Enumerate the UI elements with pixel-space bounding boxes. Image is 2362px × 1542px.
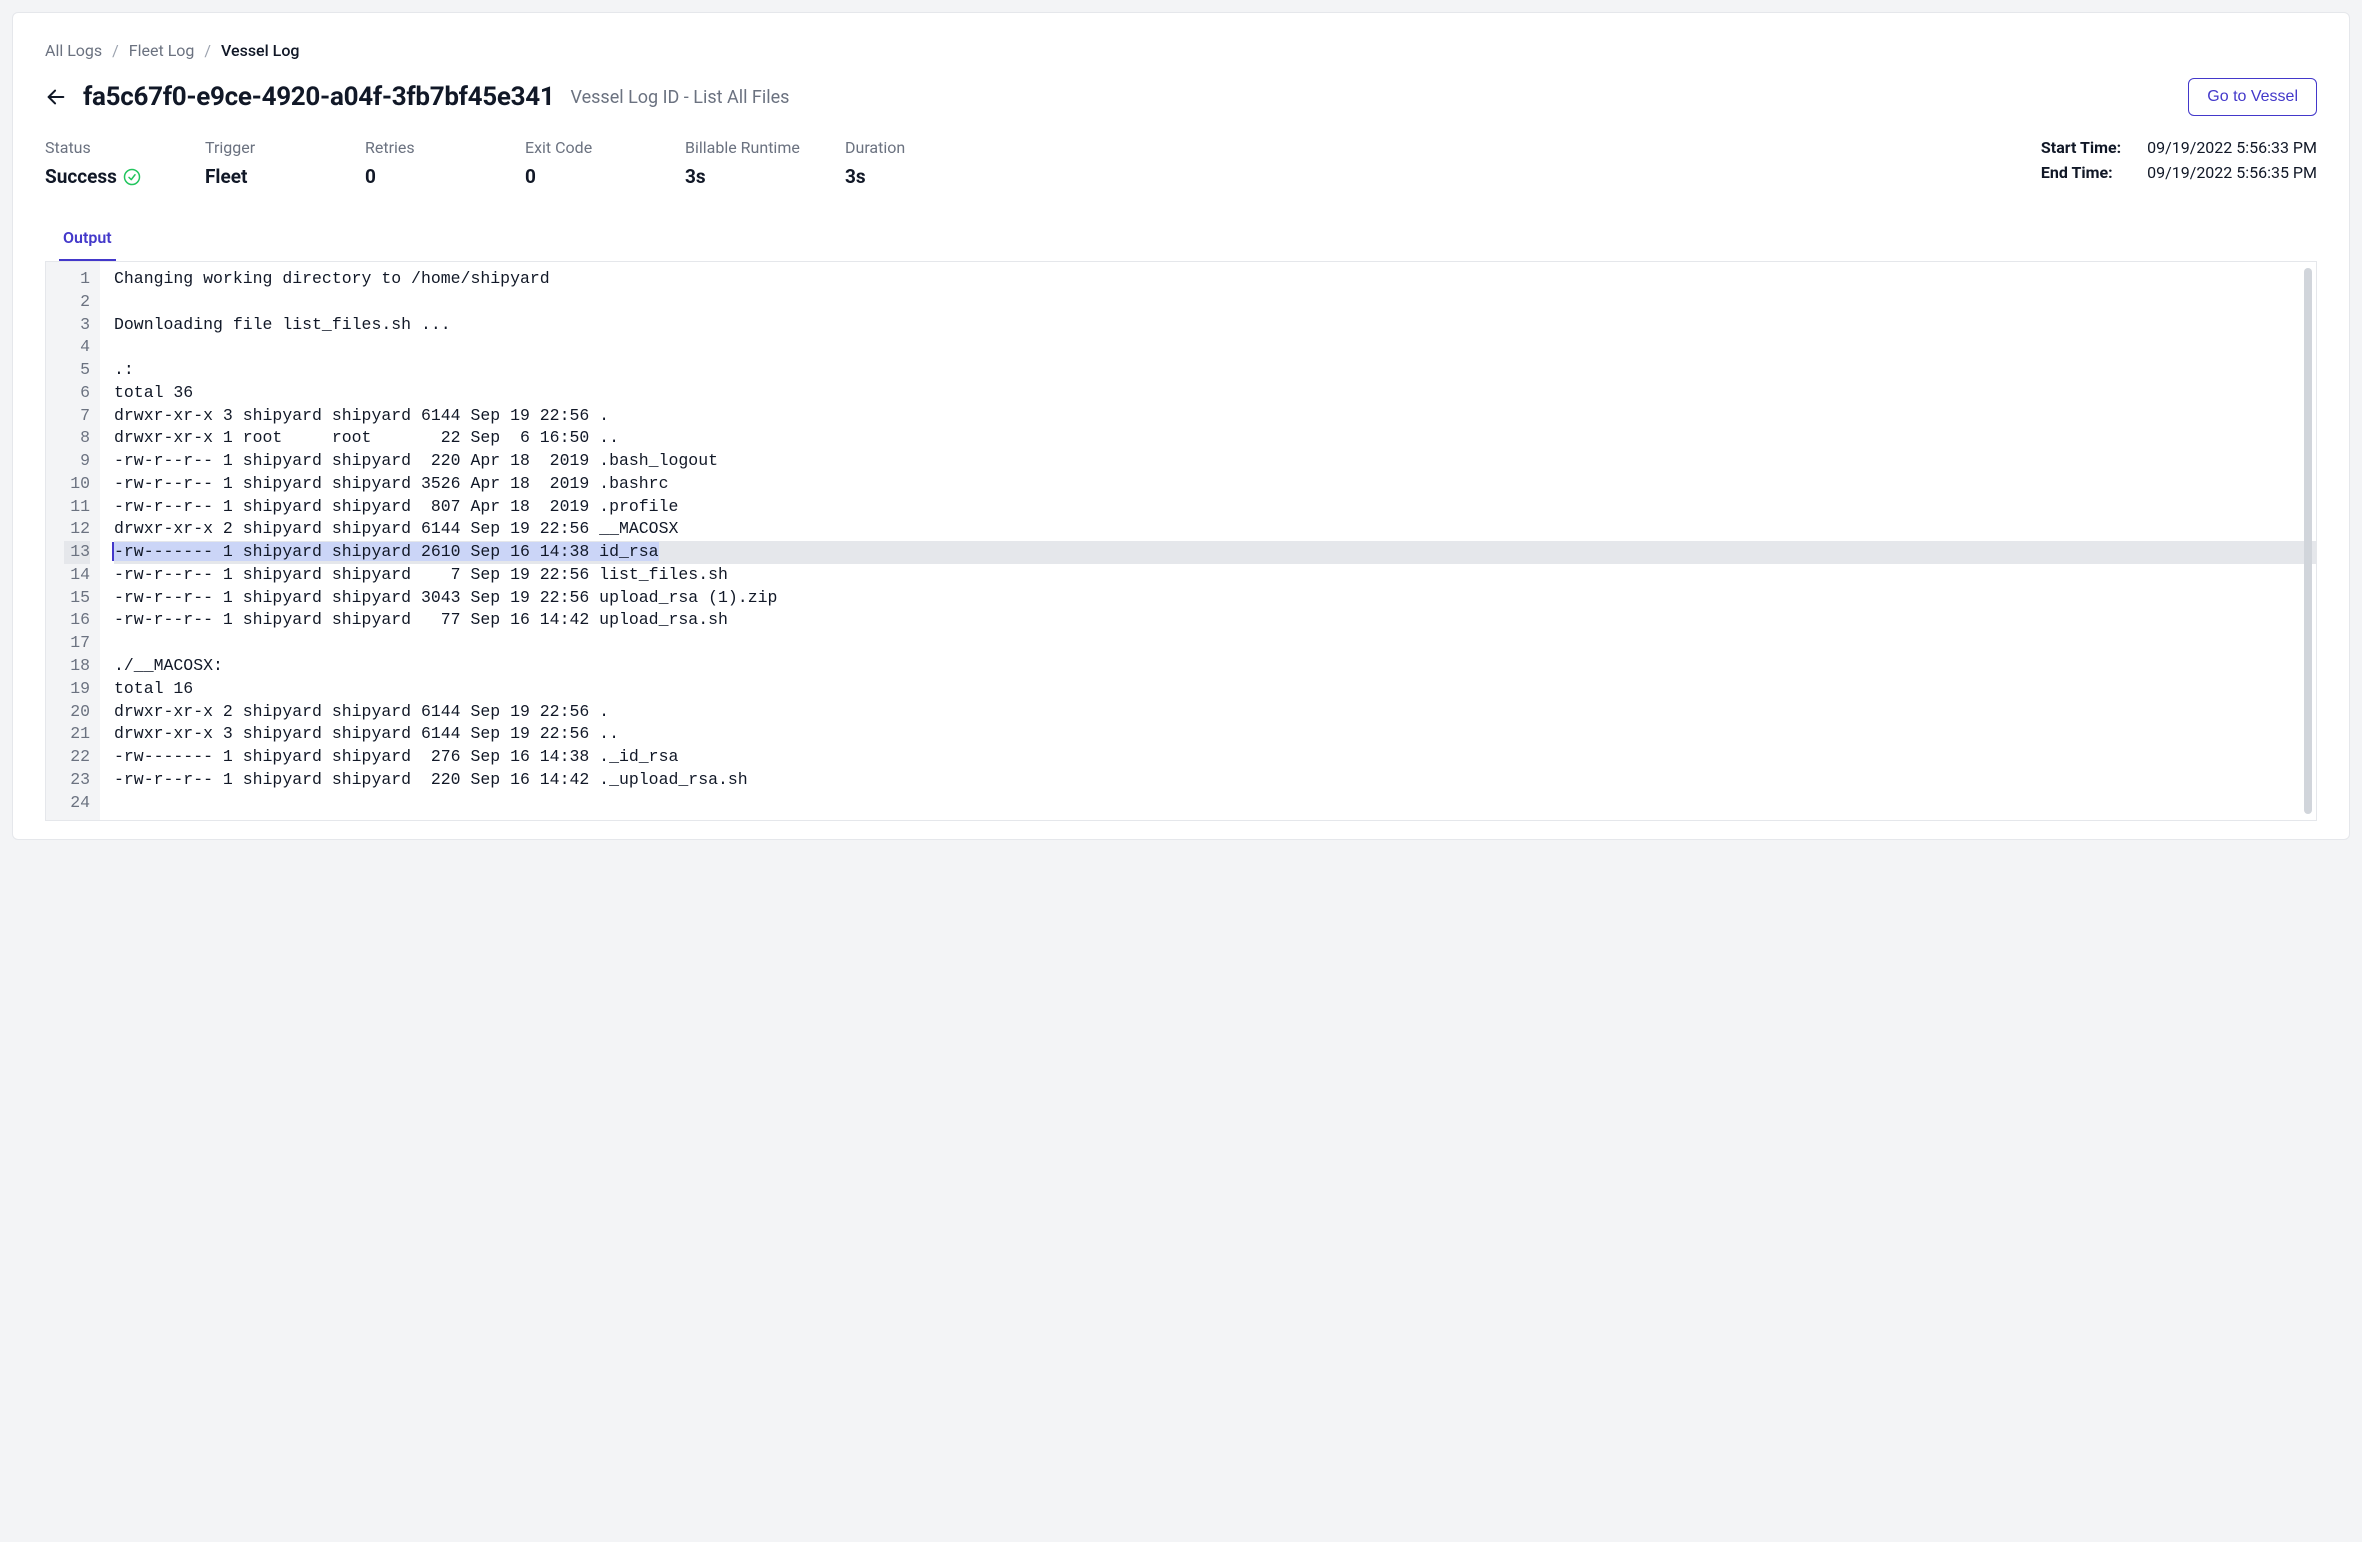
log-line xyxy=(114,792,2316,815)
tab-output[interactable]: Output xyxy=(59,218,116,261)
stat-value: Success xyxy=(45,165,195,188)
stat-status: Status Success xyxy=(45,138,195,188)
breadcrumb-separator: / xyxy=(204,41,211,60)
status-text: Success xyxy=(45,165,117,188)
breadcrumb: All Logs / Fleet Log / Vessel Log xyxy=(45,41,2317,60)
breadcrumb-all-logs[interactable]: All Logs xyxy=(45,41,102,60)
stat-value: 3s xyxy=(845,165,985,188)
arrow-left-icon[interactable] xyxy=(45,86,67,108)
log-line: -rw-r--r-- 1 shipyard shipyard 220 Sep 1… xyxy=(114,769,2316,792)
log-line: -rw-r--r-- 1 shipyard shipyard 7 Sep 19 … xyxy=(114,564,2316,587)
log-line: -rw------- 1 shipyard shipyard 2610 Sep … xyxy=(114,541,2316,564)
log-line: total 16 xyxy=(114,678,2316,701)
line-number: 19 xyxy=(64,678,90,701)
log-line xyxy=(114,336,2316,359)
line-number: 13 xyxy=(64,541,90,564)
stat-trigger: Trigger Fleet xyxy=(205,138,355,188)
log-line xyxy=(114,632,2316,655)
stat-label: Status xyxy=(45,138,195,157)
log-line: drwxr-xr-x 3 shipyard shipyard 6144 Sep … xyxy=(114,723,2316,746)
log-line: Changing working directory to /home/ship… xyxy=(114,268,2316,291)
line-number-gutter: 123456789101112131415161718192021222324 xyxy=(46,262,100,820)
stat-billable-runtime: Billable Runtime 3s xyxy=(685,138,835,188)
line-number: 8 xyxy=(64,427,90,450)
end-time-label: End Time: xyxy=(2041,163,2121,182)
log-line: drwxr-xr-x 2 shipyard shipyard 6144 Sep … xyxy=(114,518,2316,541)
log-line: drwxr-xr-x 1 root root 22 Sep 6 16:50 .. xyxy=(114,427,2316,450)
log-line: .: xyxy=(114,359,2316,382)
line-number: 2 xyxy=(64,291,90,314)
stat-value: Fleet xyxy=(205,165,355,188)
line-number: 21 xyxy=(64,723,90,746)
line-number: 6 xyxy=(64,382,90,405)
line-number: 12 xyxy=(64,518,90,541)
line-number: 7 xyxy=(64,405,90,428)
log-line: Downloading file list_files.sh ... xyxy=(114,314,2316,337)
stat-value: 0 xyxy=(525,165,675,188)
stat-label: Billable Runtime xyxy=(685,138,835,157)
stat-value: 0 xyxy=(365,165,515,188)
line-number: 9 xyxy=(64,450,90,473)
line-number: 24 xyxy=(64,792,90,815)
log-line: ./__MACOSX: xyxy=(114,655,2316,678)
line-number: 10 xyxy=(64,473,90,496)
stat-duration: Duration 3s xyxy=(845,138,985,188)
page-header: fa5c67f0-e9ce-4920-a04f-3fb7bf45e341 Ves… xyxy=(45,78,2317,116)
log-line: total 36 xyxy=(114,382,2316,405)
end-time-value: 09/19/2022 5:56:35 PM xyxy=(2147,163,2317,182)
stat-value: 3s xyxy=(685,165,835,188)
log-line xyxy=(114,291,2316,314)
stat-retries: Retries 0 xyxy=(365,138,515,188)
stat-label: Duration xyxy=(845,138,985,157)
log-panel: All Logs / Fleet Log / Vessel Log fa5c67… xyxy=(12,12,2350,840)
line-number: 18 xyxy=(64,655,90,678)
line-number: 22 xyxy=(64,746,90,769)
line-number: 23 xyxy=(64,769,90,792)
log-line: -rw-r--r-- 1 shipyard shipyard 807 Apr 1… xyxy=(114,496,2316,519)
log-line: -rw-r--r-- 1 shipyard shipyard 3526 Apr … xyxy=(114,473,2316,496)
line-number: 3 xyxy=(64,314,90,337)
line-number: 20 xyxy=(64,701,90,724)
log-output: 123456789101112131415161718192021222324 … xyxy=(45,262,2317,821)
line-number: 1 xyxy=(64,268,90,291)
breadcrumb-separator: / xyxy=(112,41,119,60)
page-subtitle: Vessel Log ID - List All Files xyxy=(571,87,790,108)
log-line: drwxr-xr-x 3 shipyard shipyard 6144 Sep … xyxy=(114,405,2316,428)
line-number: 14 xyxy=(64,564,90,587)
line-number: 4 xyxy=(64,336,90,359)
log-line: -rw-r--r-- 1 shipyard shipyard 3043 Sep … xyxy=(114,587,2316,610)
breadcrumb-fleet-log[interactable]: Fleet Log xyxy=(129,41,195,60)
breadcrumb-current: Vessel Log xyxy=(221,41,299,60)
go-to-vessel-button[interactable]: Go to Vessel xyxy=(2188,78,2317,116)
start-time-value: 09/19/2022 5:56:33 PM xyxy=(2147,138,2317,157)
stat-label: Exit Code xyxy=(525,138,675,157)
stat-exit-code: Exit Code 0 xyxy=(525,138,675,188)
line-number: 11 xyxy=(64,496,90,519)
log-line: -rw------- 1 shipyard shipyard 276 Sep 1… xyxy=(114,746,2316,769)
stat-label: Trigger xyxy=(205,138,355,157)
log-line: -rw-r--r-- 1 shipyard shipyard 77 Sep 16… xyxy=(114,609,2316,632)
line-number: 17 xyxy=(64,632,90,655)
log-line: -rw-r--r-- 1 shipyard shipyard 220 Apr 1… xyxy=(114,450,2316,473)
tabs: Output xyxy=(45,218,2317,262)
line-number: 16 xyxy=(64,609,90,632)
check-circle-icon xyxy=(123,168,141,186)
stat-label: Retries xyxy=(365,138,515,157)
line-number: 5 xyxy=(64,359,90,382)
scrollbar[interactable] xyxy=(2304,268,2312,814)
stats-row: Status Success Trigger Fleet Retries 0 E… xyxy=(45,138,2317,188)
line-number: 15 xyxy=(64,587,90,610)
times-block: Start Time: 09/19/2022 5:56:33 PM End Ti… xyxy=(2041,138,2317,182)
page-title: fa5c67f0-e9ce-4920-a04f-3fb7bf45e341 xyxy=(83,82,555,112)
log-code[interactable]: Changing working directory to /home/ship… xyxy=(100,262,2316,820)
start-time-label: Start Time: xyxy=(2041,138,2121,157)
log-line: drwxr-xr-x 2 shipyard shipyard 6144 Sep … xyxy=(114,701,2316,724)
